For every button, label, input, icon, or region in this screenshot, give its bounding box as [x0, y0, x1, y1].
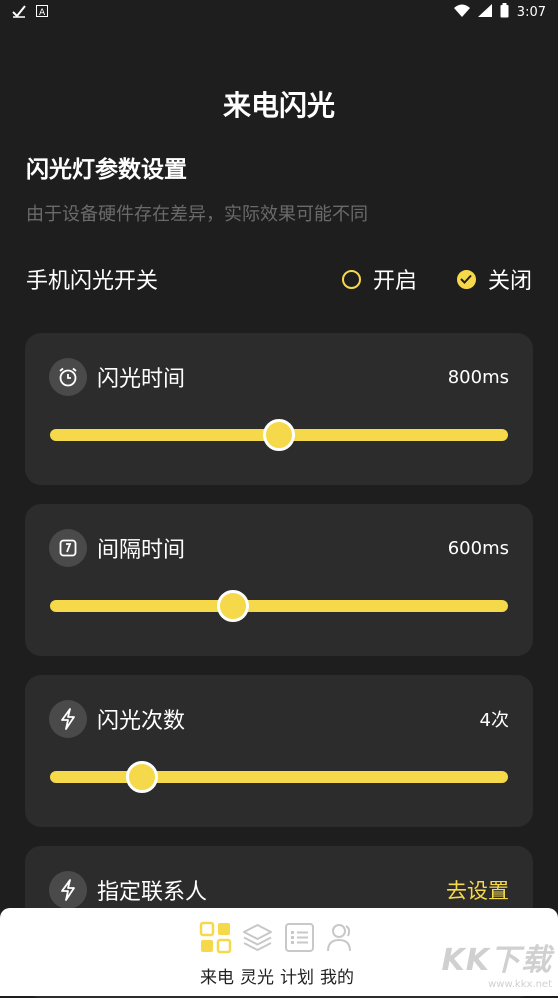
flash-count-slider[interactable]	[50, 761, 508, 793]
interval-time-label: 间隔时间	[97, 538, 186, 563]
status-left: A	[12, 4, 48, 21]
nav-item-inspiration[interactable]: 灵光	[240, 963, 274, 988]
card-header: 闪光次数 4次	[49, 699, 509, 739]
nav-item-mine[interactable]: 我的	[320, 963, 354, 988]
signal-icon	[477, 4, 492, 20]
battery-icon	[500, 3, 509, 21]
card-header: 间隔时间 600ms	[49, 528, 509, 568]
radio-checked-icon	[456, 269, 476, 289]
alarm-clock-icon	[49, 358, 87, 396]
watermark-url: www.kkx.net	[488, 979, 552, 990]
status-bar: A 3:07	[0, 0, 558, 24]
slider-thumb[interactable]	[125, 761, 158, 793]
svg-text:A: A	[39, 8, 46, 17]
nav-icons	[198, 920, 359, 955]
nav-labels: 来电 灵光 计划 我的	[200, 963, 354, 988]
flash-time-value: 800ms	[447, 366, 509, 388]
user-icon[interactable]	[324, 920, 359, 955]
section-hint: 由于设备硬件存在差异，实际效果可能不同	[26, 204, 368, 225]
card-header: 指定联系人 去设置	[49, 870, 509, 910]
card-header-left: 闪光次数	[49, 700, 185, 738]
flash-time-slider[interactable]	[50, 419, 508, 451]
list-icon[interactable]	[282, 920, 317, 955]
wifi-icon	[453, 4, 470, 20]
flash-count-label: 闪光次数	[97, 709, 186, 734]
clock-icon	[49, 529, 87, 567]
contacts-label: 指定联系人	[97, 880, 208, 905]
flash-time-label: 闪光时间	[97, 367, 186, 392]
watermark-brand: KK下载	[441, 943, 552, 978]
bottom-nav: 来电 灵光 计划 我的 KK下载 www.kkx.net	[0, 908, 558, 996]
contacts-settings-link[interactable]: 去设置	[446, 875, 509, 905]
flash-count-card: 闪光次数 4次	[25, 675, 533, 827]
radio-option-off-label: 关闭	[487, 269, 532, 294]
nav-item-plan[interactable]: 计划	[280, 963, 314, 988]
radio-option-on-label: 开启	[372, 269, 417, 294]
watermark: KK下载 www.kkx.net	[442, 935, 553, 990]
interval-time-slider[interactable]	[50, 590, 508, 622]
grid-icon[interactable]	[198, 920, 233, 955]
lightning-icon	[49, 871, 87, 909]
interval-time-card: 间隔时间 600ms	[25, 504, 533, 656]
section-title: 闪光灯参数设置	[26, 157, 187, 183]
radio-option-off[interactable]: 关闭	[456, 263, 532, 295]
flash-switch-row: 手机闪光开关 开启 关闭	[26, 262, 532, 296]
status-time: 3:07	[516, 4, 546, 20]
a-icon: A	[36, 4, 48, 20]
card-header: 闪光时间 800ms	[49, 357, 509, 397]
slider-thumb[interactable]	[217, 590, 250, 622]
flash-time-card: 闪光时间 800ms	[25, 333, 533, 485]
slider-thumb[interactable]	[263, 419, 295, 451]
page-title: 来电闪光	[222, 89, 335, 122]
status-right: 3:07	[453, 3, 546, 21]
flash-switch-label: 手机闪光开关	[26, 269, 159, 294]
card-header-left: 间隔时间	[49, 529, 185, 567]
radio-option-on[interactable]: 开启	[341, 263, 417, 295]
radio-unchecked-icon	[341, 269, 361, 289]
lightning-icon	[49, 700, 87, 738]
nav-item-call[interactable]: 来电	[200, 963, 234, 988]
card-header-left: 指定联系人	[49, 871, 207, 909]
flash-count-value: 4次	[479, 710, 509, 731]
flash-switch-options: 开启 关闭	[341, 263, 532, 295]
interval-time-value: 600ms	[447, 537, 509, 559]
check-icon	[12, 4, 26, 21]
card-header-left: 闪光时间	[49, 358, 185, 396]
layers-icon[interactable]	[240, 920, 275, 955]
